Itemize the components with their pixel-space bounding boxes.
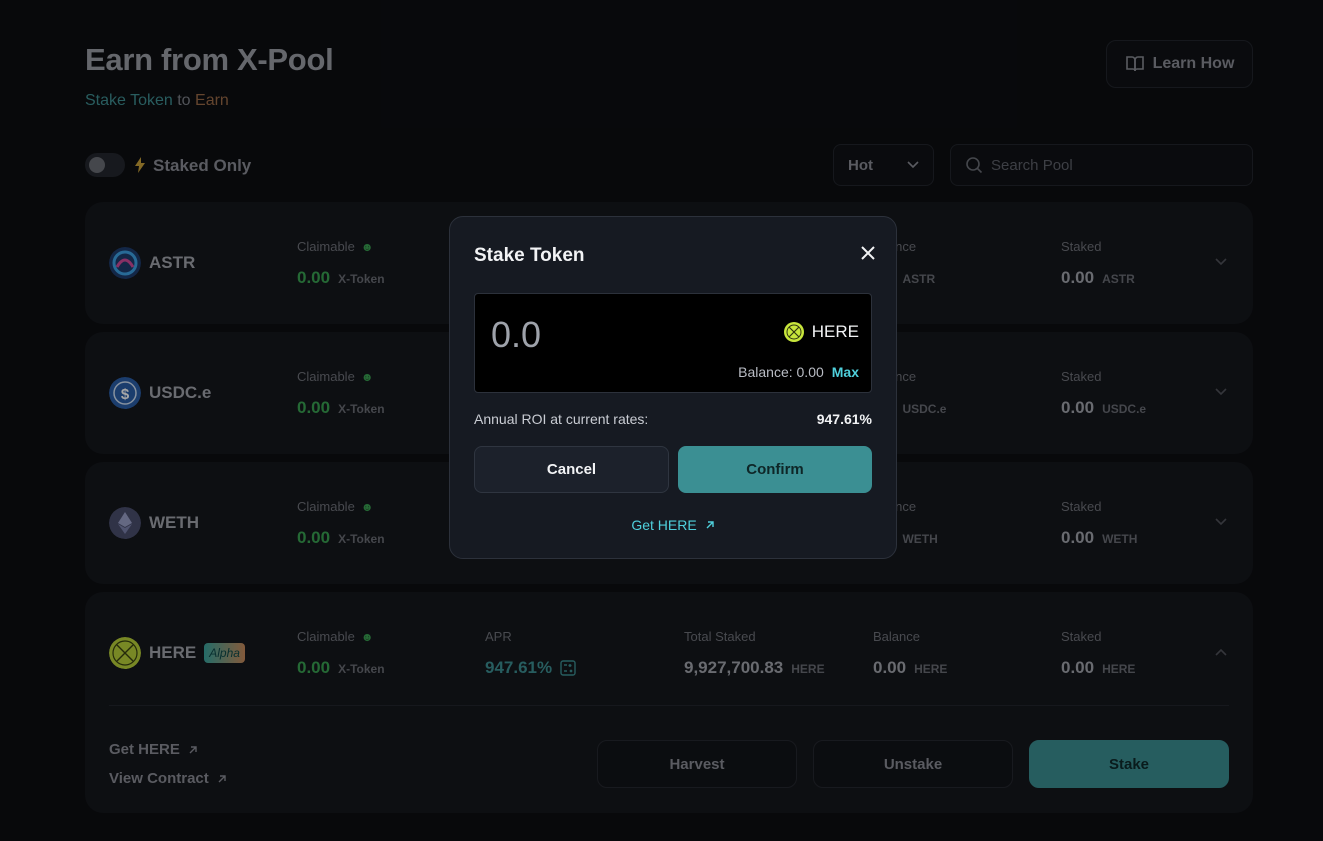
balance-row: Balance: 0.00 Max (738, 364, 859, 380)
get-here-label: Get HERE (631, 517, 697, 533)
arrow-up-right-icon (706, 521, 714, 529)
token-indicator: HERE (783, 322, 859, 342)
roi-value: 947.61% (816, 411, 872, 427)
roi-label: Annual ROI at current rates: (474, 411, 649, 427)
stake-token-modal: Stake Token HERE Balance: 0.00 Max Annua… (449, 216, 897, 559)
confirm-button[interactable]: Confirm (678, 446, 872, 493)
max-button[interactable]: Max (832, 364, 859, 380)
page: Earn from X-Pool Stake Token to Earn Lea… (0, 0, 1323, 841)
get-here-link[interactable]: Get HERE (450, 517, 896, 533)
close-icon[interactable] (860, 245, 876, 261)
stake-amount-input[interactable] (491, 314, 741, 356)
balance-text: Balance: 0.00 (738, 364, 824, 380)
roi-row: Annual ROI at current rates: 947.61% (474, 411, 872, 427)
amount-panel: HERE Balance: 0.00 Max (474, 293, 872, 393)
modal-title: Stake Token (474, 245, 585, 266)
token-symbol: HERE (811, 322, 859, 341)
cancel-button[interactable]: Cancel (474, 446, 669, 493)
here-logo-icon (783, 322, 804, 342)
